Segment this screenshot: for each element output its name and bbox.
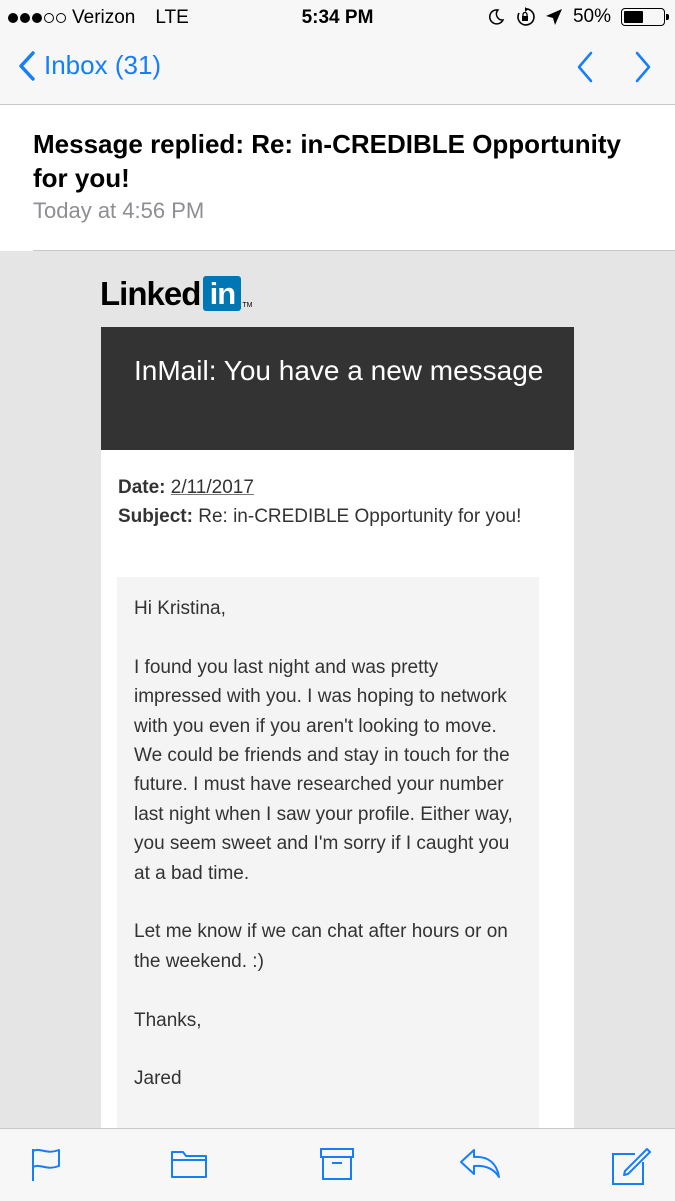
greeting: Hi Kristina, (134, 598, 226, 619)
message-paragraph-2: Let me know if we can chat after hours o… (134, 921, 508, 972)
compose-icon[interactable] (610, 1147, 652, 1187)
battery-fill (624, 11, 643, 23)
linkedin-logo-trademark: TM (242, 302, 253, 309)
navigation-bar: Inbox (31) (0, 36, 675, 105)
inmail-subject-row: Subject: Re: in-CREDIBLE Opportunity for… (118, 502, 558, 531)
inmail-card-title: InMail: You have a new message (134, 355, 544, 386)
back-label: Inbox (31) (44, 50, 162, 80)
message-paragraph-1: I found you last night and was pretty im… (134, 656, 513, 884)
folder-icon[interactable] (170, 1147, 208, 1179)
signature: Jared (134, 1068, 182, 1090)
inmail-card-header: InMail: You have a new message (101, 327, 574, 450)
flag-icon[interactable] (30, 1147, 62, 1183)
subject-value: Re: in-CREDIBLE Opportunity for you! (198, 506, 522, 527)
battery-percentage: 50% (572, 6, 611, 27)
moon-icon (488, 9, 505, 25)
inmail-date-row: Date: 2/11/2017 (118, 473, 558, 502)
next-message-icon[interactable] (633, 50, 653, 84)
message-date: Today at 4:56 PM (33, 198, 205, 223)
message-navigation (575, 50, 653, 84)
reply-icon[interactable] (458, 1147, 502, 1179)
message-body: Hi Kristina, I found you last night and … (117, 577, 539, 1128)
back-chevron-icon (19, 50, 35, 81)
linkedin-logo-in: in (203, 276, 242, 311)
rotation-lock-icon (517, 7, 535, 26)
message-subject: Message replied: Re: in-CREDIBLE Opportu… (33, 129, 621, 193)
previous-message-icon[interactable] (575, 50, 595, 84)
linkedin-logo-text: Linked (100, 275, 201, 312)
inmail-card: InMail: You have a new message Date: 2/1… (101, 327, 574, 1128)
back-to-inbox-button[interactable]: Inbox (31) (18, 50, 161, 81)
inmail-meta: Date: 2/11/2017 Subject: Re: in-CREDIBLE… (118, 473, 558, 531)
bottom-toolbar (0, 1128, 675, 1201)
subject-label: Subject: (118, 506, 193, 527)
status-right: 50% (487, 6, 669, 28)
date-label: Date: (118, 477, 166, 498)
closing: Thanks, (134, 1009, 202, 1031)
status-bar: Verizon LTE 5:34 PM 50% (0, 0, 675, 36)
battery-icon (621, 8, 669, 26)
date-value[interactable]: 2/11/2017 (171, 477, 254, 498)
message-header: Message replied: Re: in-CREDIBLE Opportu… (0, 105, 675, 251)
archive-icon[interactable] (319, 1147, 355, 1181)
linkedin-logo: Linked in TM (100, 276, 252, 311)
location-arrow-icon (545, 9, 562, 25)
